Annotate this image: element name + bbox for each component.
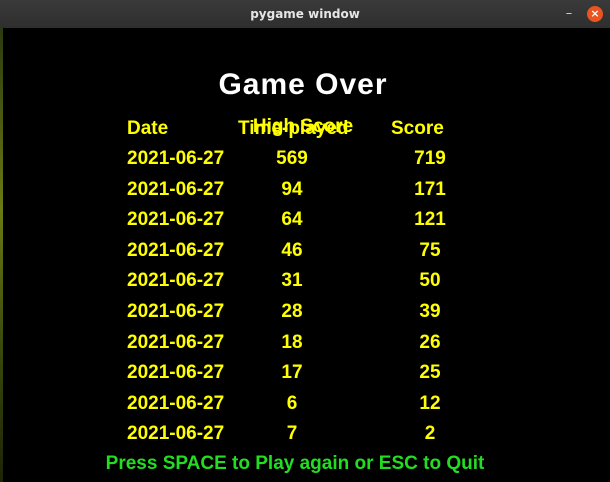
row-score: 26 [419, 332, 441, 353]
row-time-played: 18 [281, 332, 303, 353]
row-date: 2021-06-27 [127, 179, 225, 200]
date-column-header: Date [127, 118, 169, 139]
title-bar[interactable]: pygame window – × [0, 0, 610, 29]
row-time-played: 94 [281, 179, 303, 200]
row-score: 121 [414, 209, 446, 230]
minimize-button[interactable]: – [561, 6, 577, 22]
row-time-played: 17 [281, 362, 303, 383]
close-button[interactable]: × [587, 6, 603, 22]
row-score: 12 [419, 393, 441, 414]
row-date: 2021-06-27 [127, 301, 225, 322]
row-date: 2021-06-27 [127, 270, 225, 291]
row-date: 2021-06-27 [127, 209, 225, 230]
row-time-played: 7 [286, 423, 298, 444]
game-canvas[interactable]: Game Over High Score Date Time-played Sc… [3, 28, 610, 482]
row-time-played: 46 [281, 240, 303, 261]
row-date: 2021-06-27 [127, 362, 225, 383]
row-score: 25 [419, 362, 441, 383]
row-date: 2021-06-27 [127, 240, 225, 261]
row-time-played: 569 [276, 148, 308, 169]
row-score: 75 [419, 240, 441, 261]
row-date: 2021-06-27 [127, 423, 225, 444]
row-date: 2021-06-27 [127, 332, 225, 353]
row-score: 171 [414, 179, 446, 200]
row-score: 39 [419, 301, 441, 322]
row-date: 2021-06-27 [127, 393, 225, 414]
row-score: 719 [414, 148, 446, 169]
instructions-text: Press SPACE to Play again or ESC to Quit [105, 453, 485, 474]
row-time-played: 28 [281, 301, 303, 322]
row-date: 2021-06-27 [127, 148, 225, 169]
row-time-played: 64 [281, 209, 303, 230]
row-score: 2 [424, 423, 436, 444]
window-title: pygame window [250, 7, 360, 21]
row-time-played: 31 [281, 270, 303, 291]
row-score: 50 [419, 270, 441, 291]
pygame-window: pygame window – × Game Over High Score D… [0, 0, 610, 482]
row-time-played: 6 [286, 393, 298, 414]
game-over-title: Game Over [218, 68, 388, 101]
time-played-column-header: Time-played [238, 118, 349, 139]
score-column-header: Score [391, 118, 444, 139]
